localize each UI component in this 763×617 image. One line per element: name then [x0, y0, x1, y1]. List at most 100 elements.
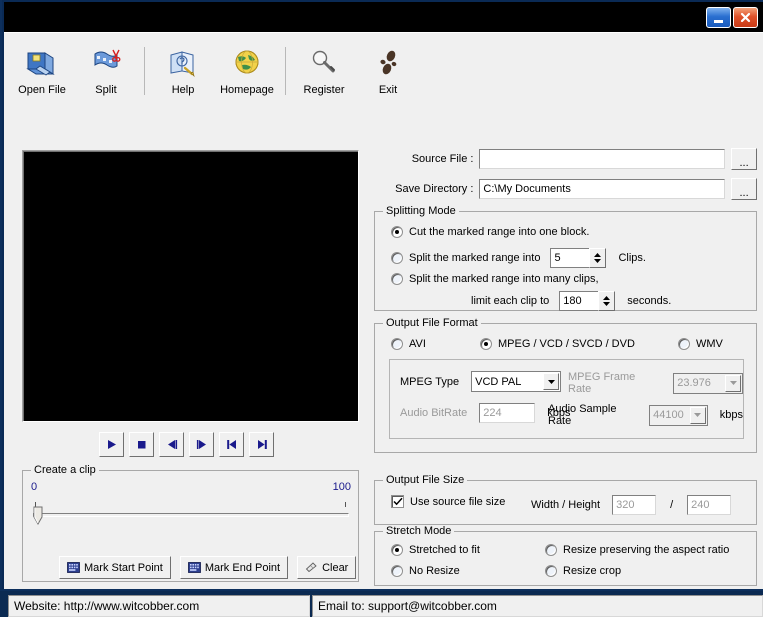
- slider-rail[interactable]: [33, 513, 349, 517]
- toolbar-label: Help: [171, 84, 195, 96]
- radio-cut-one-block[interactable]: [391, 226, 403, 238]
- mark-start-point-button[interactable]: Mark Start Point: [59, 556, 171, 579]
- clip-limit-spin-buttons[interactable]: [598, 291, 616, 311]
- step-back-icon: [167, 440, 177, 449]
- minimize-button[interactable]: [706, 6, 731, 28]
- splitting-option-n-clips-label: Split the marked range into: [409, 252, 541, 264]
- mpeg-frame-rate-select[interactable]: 23.976: [673, 372, 743, 394]
- mpeg-frame-rate-label: MPEG Frame Rate: [568, 371, 636, 395]
- use-source-size-checkbox[interactable]: [391, 495, 404, 508]
- stretch-option-fit[interactable]: Stretched to fit: [391, 544, 480, 556]
- mpeg-frame-rate-value: 23.976: [677, 377, 711, 389]
- toolbar-label: Exit: [378, 84, 398, 96]
- toolbar-button-open-file[interactable]: Open File: [10, 43, 74, 103]
- status-bar: Website: http://www.witcobber.com Email …: [8, 595, 763, 617]
- stop-button[interactable]: [129, 432, 154, 457]
- format-option-avi[interactable]: AVI: [391, 338, 426, 350]
- chevron-down-icon[interactable]: [689, 406, 706, 424]
- source-file-browse-button[interactable]: ...: [731, 148, 758, 170]
- radio-no-resize[interactable]: [391, 565, 403, 577]
- radio-wmv[interactable]: [678, 338, 690, 350]
- stretch-preserve-label: Resize preserving the aspect ratio: [563, 544, 730, 556]
- clips-count-value[interactable]: 5: [550, 248, 590, 268]
- clips-count-spin-buttons[interactable]: [589, 248, 607, 268]
- spin-up-icon: [603, 296, 611, 300]
- step-forward-icon: [196, 440, 206, 449]
- toolbar-label: Open File: [18, 84, 66, 96]
- format-avi-label: AVI: [409, 338, 426, 350]
- source-file-input[interactable]: [479, 149, 726, 169]
- audio-sample-rate-select[interactable]: 44100: [649, 404, 708, 426]
- format-option-wmv[interactable]: WMV: [678, 338, 723, 350]
- toolbar-button-register[interactable]: Register: [292, 43, 356, 103]
- width-height-separator: /: [670, 499, 674, 511]
- splitting-option-n-clips[interactable]: Split the marked range into 5 Clips.: [391, 248, 646, 268]
- step-forward-button[interactable]: [189, 432, 214, 457]
- splitting-option-many-clips[interactable]: Split the marked range into many clips,: [391, 273, 599, 285]
- help-book-icon: [166, 45, 200, 81]
- clips-unit-label: Clips.: [618, 252, 646, 264]
- mark-start-icon: [67, 562, 80, 573]
- mark-end-point-button[interactable]: Mark End Point: [179, 556, 289, 579]
- play-button[interactable]: [99, 432, 124, 457]
- film-scissors-icon: [89, 45, 123, 81]
- clip-slider[interactable]: [33, 502, 349, 526]
- radio-split-into-clips[interactable]: [391, 252, 403, 264]
- radio-avi[interactable]: [391, 338, 403, 350]
- go-to-end-button[interactable]: [249, 432, 274, 457]
- slider-thumb[interactable]: [33, 506, 44, 526]
- clip-buttons: Mark Start Point Mark End Point Clear: [59, 556, 357, 579]
- clear-button[interactable]: Clear: [297, 556, 357, 579]
- go-to-start-button[interactable]: [219, 432, 244, 457]
- splitting-option-many-clips-label: Split the marked range into many clips,: [409, 273, 599, 285]
- create-clip-title: Create a clip: [31, 464, 99, 476]
- output-format-title: Output File Format: [383, 317, 481, 329]
- toolbar-button-help[interactable]: Help: [151, 43, 215, 103]
- stretch-mode-group: Stretch Mode Stretched to fit No Resize …: [374, 525, 757, 586]
- toolbar-button-homepage[interactable]: Homepage: [215, 43, 279, 103]
- toolbar-separator: [285, 47, 286, 95]
- save-directory-browse-button[interactable]: ...: [731, 178, 757, 200]
- application-window: Open File Split Help Homepage Register E…: [0, 0, 763, 617]
- chevron-down-icon[interactable]: [543, 373, 560, 390]
- clip-limit-value[interactable]: 180: [559, 291, 599, 311]
- footprints-icon: [371, 45, 405, 81]
- radio-mpeg[interactable]: [480, 338, 492, 350]
- use-source-size-row[interactable]: Use source file size: [391, 495, 505, 508]
- toolbar-button-exit[interactable]: Exit: [356, 43, 420, 103]
- save-directory-input[interactable]: C:\My Documents: [479, 179, 726, 199]
- splitting-option-one-block[interactable]: Cut the marked range into one block.: [391, 226, 589, 238]
- slider-thumb-icon: [33, 506, 43, 526]
- clip-limit-label: limit each clip to: [471, 295, 550, 307]
- format-option-mpeg[interactable]: MPEG / VCD / SVCD / DVD: [480, 338, 635, 350]
- close-button[interactable]: [733, 6, 758, 28]
- audio-bitrate-input[interactable]: 224: [479, 403, 536, 423]
- mpeg-type-select[interactable]: VCD PAL: [471, 371, 562, 392]
- chevron-down-icon[interactable]: [725, 374, 741, 392]
- video-preview[interactable]: [22, 150, 359, 422]
- radio-preserve-aspect[interactable]: [545, 544, 557, 556]
- width-input[interactable]: 320: [612, 495, 657, 515]
- height-input[interactable]: 240: [687, 495, 732, 515]
- clip-limit-unit-label: seconds.: [627, 295, 672, 307]
- clips-count-stepper[interactable]: 5: [550, 248, 607, 268]
- save-directory-label: Save Directory :: [395, 183, 474, 195]
- radio-split-many-clips[interactable]: [391, 273, 403, 285]
- use-source-size-label: Use source file size: [410, 495, 506, 508]
- stretch-no-resize-label: No Resize: [409, 565, 460, 577]
- mpeg-type-row: MPEG Type VCD PAL: [400, 371, 562, 392]
- clip-limit-stepper[interactable]: 180: [559, 291, 616, 311]
- globe-icon: [230, 45, 264, 81]
- audio-sample-rate-row: Audio Sample Rate 44100 kbps: [548, 403, 743, 427]
- stretch-option-no-resize[interactable]: No Resize: [391, 565, 460, 577]
- stretch-option-preserve[interactable]: Resize preserving the aspect ratio: [545, 544, 729, 556]
- toolbar-button-split[interactable]: Split: [74, 43, 138, 103]
- radio-resize-crop[interactable]: [545, 565, 557, 577]
- audio-bitrate-row: Audio BitRate 224 kbps: [400, 403, 571, 423]
- radio-stretched-to-fit[interactable]: [391, 544, 403, 556]
- stretch-option-crop[interactable]: Resize crop: [545, 565, 621, 577]
- splitting-mode-title: Splitting Mode: [383, 205, 459, 217]
- status-email: Email to: support@witcobber.com: [312, 595, 763, 617]
- step-back-button[interactable]: [159, 432, 184, 457]
- width-height-label: Width / Height: [531, 499, 601, 511]
